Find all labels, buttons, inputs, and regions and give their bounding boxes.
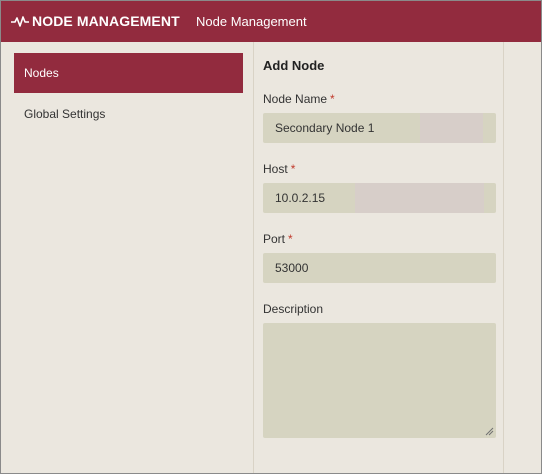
resize-grip-icon[interactable] xyxy=(484,426,494,436)
sidebar-item-nodes[interactable]: Nodes xyxy=(14,53,243,93)
header-nav-node-management[interactable]: Node Management xyxy=(196,14,307,29)
sidebar-item-global-settings[interactable]: Global Settings xyxy=(14,94,243,134)
host-input[interactable]: 10.0.2.15 xyxy=(263,183,496,213)
port-input[interactable]: 53000 xyxy=(263,253,496,283)
pulse-logo-icon xyxy=(11,16,29,27)
top-bar: NODE MANAGEMENT Node Management xyxy=(1,1,541,42)
sidebar-item-label: Global Settings xyxy=(24,107,106,121)
description-textarea[interactable] xyxy=(263,323,496,438)
host-label: Host * xyxy=(263,162,296,176)
node-name-label: Node Name * xyxy=(263,92,335,106)
node-name-input[interactable]: Secondary Node 1 xyxy=(263,113,496,143)
app-brand: NODE MANAGEMENT xyxy=(32,13,180,29)
required-marker: * xyxy=(288,232,293,246)
panel-divider-left xyxy=(253,42,254,473)
required-marker: * xyxy=(290,162,296,176)
form-title: Add Node xyxy=(263,58,325,73)
required-marker: * xyxy=(330,92,335,106)
app-window: NODE MANAGEMENT Node Management Nodes Gl… xyxy=(0,0,542,474)
port-label: Port * xyxy=(263,232,293,246)
description-label: Description xyxy=(263,302,324,316)
sidebar: Nodes Global Settings xyxy=(1,42,253,473)
sidebar-item-label: Nodes xyxy=(24,66,59,80)
panel-divider-right xyxy=(503,42,504,473)
